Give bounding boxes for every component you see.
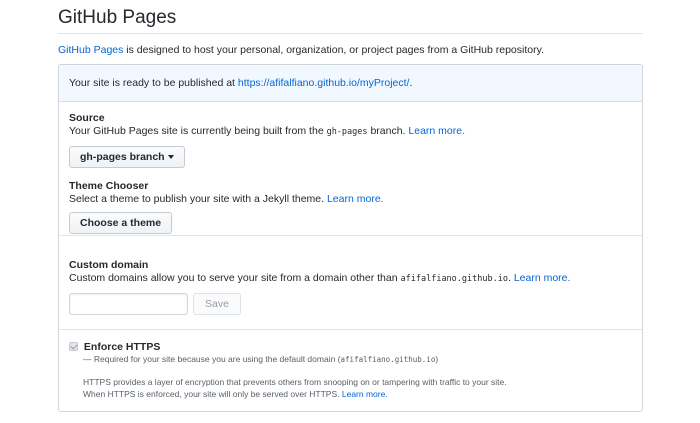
https-note-line2: When HTTPS is enforced, your site will o…	[83, 389, 342, 399]
custom-domain-input[interactable]	[69, 293, 188, 315]
github-pages-link[interactable]: GitHub Pages	[58, 44, 123, 56]
github-pages-settings: GitHub Pages GitHub Pages is designed to…	[0, 0, 700, 423]
pages-settings-box: Your site is ready to be published at ht…	[58, 64, 643, 412]
https-required-desc: — Required for your site because you are…	[83, 354, 341, 364]
https-section: Enforce HTTPS — Required for your site b…	[59, 331, 642, 411]
enforce-https-row: Enforce HTTPS	[69, 341, 632, 353]
choose-theme-button[interactable]: Choose a theme	[69, 212, 173, 234]
page-title: GitHub Pages	[58, 7, 177, 28]
caret-down-icon	[167, 155, 174, 160]
default-domain-code: afifalfiano.github.io	[340, 355, 436, 364]
https-note-line2-row: When HTTPS is enforced, your site will o…	[83, 388, 632, 400]
custom-domain-desc-text: Custom domains allow you to serve your s…	[69, 272, 401, 284]
https-note-line1: HTTPS provides a layer of encryption tha…	[83, 377, 507, 387]
theme-heading: Theme Chooser	[69, 180, 149, 192]
intro-text: GitHub Pages is designed to host your pe…	[58, 44, 544, 56]
custom-domain-heading: Custom domain	[69, 259, 149, 271]
https-note: HTTPS provides a layer of encryption tha…	[83, 376, 632, 400]
intro-description: is designed to host your personal, organ…	[123, 44, 544, 56]
custom-domain-learn-more-link[interactable]: Learn more.	[514, 272, 571, 284]
flash-suffix: .	[409, 77, 413, 89]
theme-learn-more-link[interactable]: Learn more.	[327, 193, 384, 205]
branch-select-button[interactable]: gh-pages branch	[69, 146, 185, 168]
source-desc-before: Your GitHub Pages site is currently bein…	[69, 125, 327, 137]
source-learn-more-link[interactable]: Learn more.	[408, 125, 465, 137]
theme-desc-text: Select a theme to publish your site with…	[69, 193, 327, 205]
source-section: Source Your GitHub Pages site is current…	[59, 102, 642, 236]
custom-domain-description: Custom domains allow you to serve your s…	[69, 272, 632, 284]
enforce-https-label: Enforce HTTPS	[83, 341, 161, 353]
theme-description: Select a theme to publish your site with…	[69, 193, 632, 205]
flash-text: Your site is ready to be published at	[69, 77, 238, 89]
branch-select-label: gh-pages branch	[80, 151, 165, 163]
source-description: Your GitHub Pages site is currently bein…	[69, 125, 632, 137]
source-heading: Source	[69, 112, 105, 124]
enforce-https-checkbox[interactable]	[69, 342, 78, 351]
https-required-after: )	[435, 354, 439, 364]
custom-domain-section: Custom domain Custom domains allow you t…	[59, 237, 642, 330]
title-divider	[58, 33, 643, 34]
site-url-link[interactable]: https://afifalfiano.github.io/myProject/	[238, 77, 410, 89]
domain-code: afifalfiano.github.io	[400, 274, 508, 284]
source-desc-after: branch.	[367, 125, 409, 137]
save-button[interactable]: Save	[193, 293, 241, 315]
https-required-text: — Required for your site because you are…	[83, 354, 632, 364]
publish-status-flash: Your site is ready to be published at ht…	[59, 65, 642, 102]
https-learn-more-link[interactable]: Learn more.	[342, 389, 388, 399]
branch-code: gh-pages	[326, 127, 368, 137]
